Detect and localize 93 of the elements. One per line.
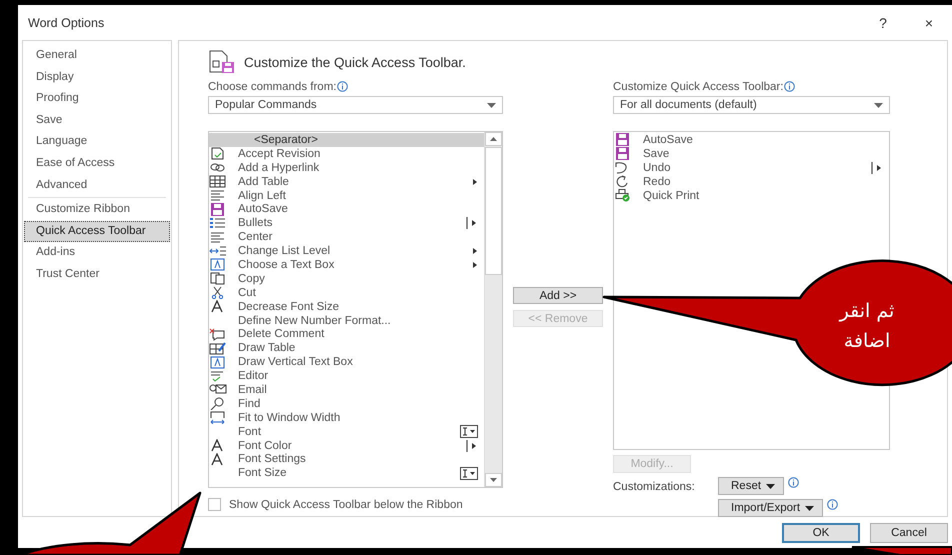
callout-text: ثم انقر اضافة	[838, 299, 896, 354]
import-export-dropdown-button[interactable]: Import/Export	[718, 499, 824, 517]
checkbox[interactable]	[208, 498, 221, 511]
command-item[interactable]: Draw Vertical Text Box	[209, 355, 484, 370]
lines-icon	[209, 189, 227, 202]
toolbar-document-icon	[208, 49, 236, 75]
sidebar-item[interactable]: Save	[23, 110, 171, 132]
indent-icon	[209, 244, 227, 258]
info-icon	[784, 81, 796, 92]
bullets-icon	[209, 216, 227, 230]
field-label: Customize Quick Access Toolbar:	[613, 81, 784, 93]
command-item[interactable]: Copy	[209, 272, 484, 286]
command-item[interactable]: Define New Number Format...	[209, 314, 484, 328]
split-arrow-icon	[871, 162, 883, 174]
command-item[interactable]: Font Settings	[209, 452, 484, 466]
command-item[interactable]: Change List Level	[209, 244, 484, 258]
command-item[interactable]: Email	[209, 383, 484, 397]
window-title: Word Options	[28, 16, 106, 30]
scroll-down-icon[interactable]	[490, 478, 497, 482]
command-item[interactable]: Find	[209, 396, 484, 411]
toolbar-item[interactable]: Undo	[614, 160, 889, 175]
copy-icon	[209, 272, 227, 286]
command-item[interactable]: <Separator>	[209, 133, 484, 147]
command-item[interactable]: Cut	[209, 286, 484, 300]
info-icon	[788, 477, 800, 488]
toolbar-item[interactable]: Quick Print	[614, 188, 889, 202]
command-item[interactable]: Align Left	[209, 188, 484, 202]
text-field-dropdown-icon	[460, 425, 478, 438]
command-item[interactable]: Center	[209, 230, 484, 244]
toolbar-item[interactable]: AutoSave	[614, 133, 889, 147]
add-button[interactable]: Add >>	[513, 287, 603, 304]
sidebar-item[interactable]: Customize Ribbon	[23, 199, 171, 221]
textbox-icon	[209, 356, 227, 369]
help-button[interactable]: ?	[860, 8, 906, 38]
command-item[interactable]: Add a Hyperlink	[209, 160, 484, 175]
mail-icon	[209, 383, 227, 396]
command-item[interactable]: AutoSave	[209, 202, 484, 216]
scrollbar[interactable]	[484, 132, 502, 487]
sidebar-item[interactable]: General	[23, 45, 171, 67]
sidebar-item[interactable]: Language	[23, 131, 171, 153]
section-title: Customize the Quick Access Toolbar.	[244, 54, 466, 70]
command-item[interactable]: Editor	[209, 369, 484, 384]
sidebar-item[interactable]: Ease of Access	[23, 152, 171, 175]
split-arrow-icon	[466, 440, 478, 452]
toolbar-item[interactable]: Redo	[614, 174, 889, 189]
table-icon	[209, 175, 227, 188]
command-item[interactable]: Add Table	[209, 174, 484, 189]
command-item[interactable]: Accept Revision	[209, 146, 484, 161]
command-item[interactable]: Font Size	[209, 466, 484, 480]
cancel-button[interactable]: Cancel	[870, 522, 948, 542]
caret-icon	[766, 484, 776, 488]
sidebar-item[interactable]: Display	[23, 66, 171, 88]
ok-button[interactable]: OK	[782, 522, 860, 542]
sidebar-item[interactable]: Add-ins	[23, 242, 171, 264]
fit-icon	[209, 411, 227, 424]
info-icon	[827, 499, 838, 510]
customizations-label: Customizations:	[613, 480, 696, 495]
command-item[interactable]: Delete Comment	[209, 327, 484, 342]
command-item[interactable]: Draw Table	[209, 341, 484, 356]
save-icon	[614, 133, 632, 146]
command-item[interactable]: Font	[209, 424, 484, 439]
comment-icon	[209, 328, 227, 341]
command-item[interactable]: Font Color	[209, 438, 484, 452]
checkbox-label: Show Quick Access Toolbar below the Ribbon	[229, 498, 463, 510]
submenu-arrow-icon	[472, 178, 478, 186]
command-item[interactable]: Bullets	[209, 216, 484, 230]
text-field-dropdown-icon	[460, 466, 478, 480]
split-arrow-icon	[466, 217, 478, 230]
textbox-icon	[209, 258, 227, 272]
drawtable-icon	[209, 342, 227, 355]
save-icon	[209, 202, 227, 216]
center-icon	[209, 230, 227, 244]
print-icon	[614, 189, 632, 202]
link-icon	[209, 161, 227, 174]
save-icon	[614, 147, 632, 160]
sidebar-item[interactable]: Trust Center	[23, 264, 171, 286]
caret-icon	[874, 102, 883, 108]
toolbar-item[interactable]: Save	[614, 146, 889, 161]
sidebar-item[interactable]: Proofing	[23, 88, 171, 110]
documents-dropdown[interactable]: For all documents (default)	[613, 96, 890, 114]
commands-dropdown[interactable]: Popular Commands	[208, 96, 503, 114]
command-item[interactable]: Fit to Window Width	[209, 410, 484, 425]
reset-dropdown-button[interactable]: Reset	[718, 477, 784, 495]
scroll-up-icon[interactable]	[490, 137, 497, 141]
info-icon	[337, 81, 348, 92]
close-button[interactable]: ×	[906, 8, 952, 38]
field-label: Choose commands from:	[208, 81, 336, 93]
command-item[interactable]: Choose a Text Box	[209, 258, 484, 272]
command-item[interactable]: Decrease Font Size	[209, 300, 484, 314]
sidebar-item[interactable]: Advanced	[23, 174, 171, 196]
sidebar-item[interactable]: Quick Access Toolbar	[24, 220, 170, 242]
caret-icon	[805, 506, 814, 510]
caret-icon	[487, 102, 496, 108]
